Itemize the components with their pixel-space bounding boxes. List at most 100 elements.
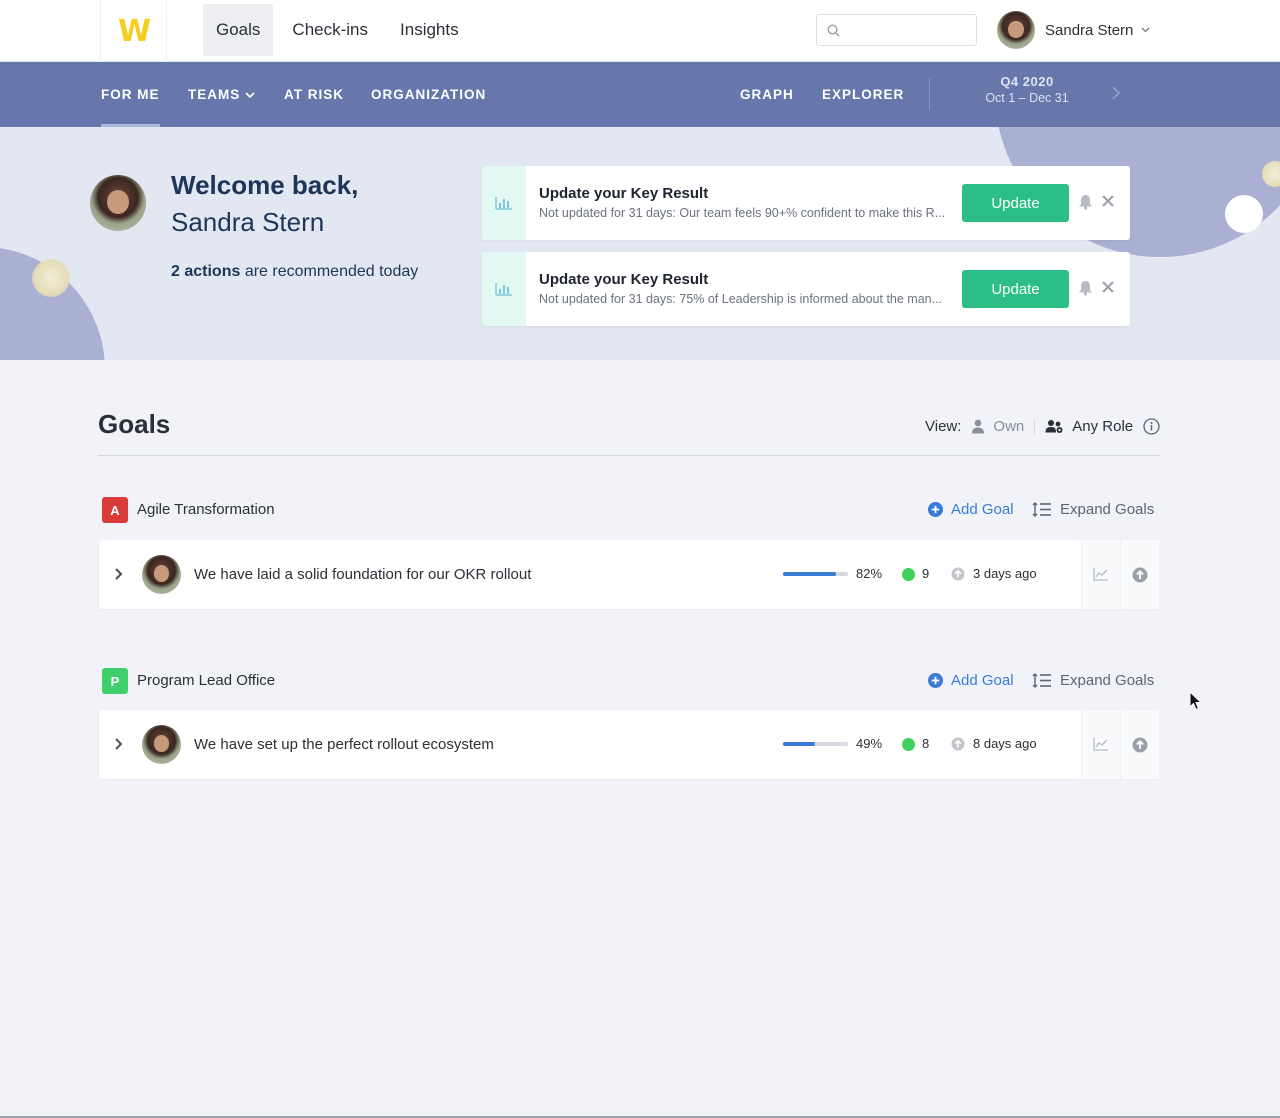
top-bar: W Goals Check-ins Insights Sandra Stern (0, 0, 1280, 62)
bell-icon[interactable] (1078, 280, 1093, 296)
chevron-down-icon (245, 91, 255, 98)
expand-list-icon (1032, 673, 1051, 688)
chevron-right-icon[interactable] (114, 567, 123, 581)
view-option-label: Any Role (1072, 418, 1134, 435)
update-button[interactable]: Update (962, 270, 1069, 308)
progress-fill (783, 742, 815, 746)
sub-nav: FOR ME TEAMS AT RISK ORGANIZATION GRAPH … (0, 62, 1280, 127)
view-own[interactable]: Own (971, 418, 1024, 435)
arrow-up-circle-icon (951, 567, 965, 581)
group-name[interactable]: Agile Transformation (137, 501, 275, 518)
close-icon[interactable] (1102, 195, 1114, 207)
decoration (32, 259, 70, 297)
tab-at-risk[interactable]: AT RISK (284, 62, 344, 127)
expand-goals-button[interactable]: Expand Goals (1032, 672, 1154, 689)
chevron-down-icon (1141, 27, 1150, 33)
progress-fill (783, 572, 837, 576)
welcome-text: Welcome back, Sandra Stern 2 actions are… (171, 170, 418, 281)
user-name: Sandra Stern (171, 207, 325, 237)
goal-title[interactable]: We have laid a solid foundation for our … (194, 566, 531, 583)
user-name: Sandra Stern (1045, 21, 1134, 39)
bell-icon[interactable] (1078, 194, 1093, 210)
tab-label: EXPLORER (822, 87, 905, 102)
recommended-actions: 2 actions are recommended today (171, 263, 418, 281)
add-goal-button[interactable]: Add Goal (928, 501, 1014, 518)
view-filter: View: Own Any Role (925, 418, 1160, 435)
view-label: View: (925, 418, 962, 435)
progress-percent: 49% (856, 736, 883, 751)
actions-count: 2 actions (171, 263, 241, 280)
trend-chart-icon (1093, 568, 1108, 581)
logo-mark: W (117, 13, 151, 49)
update-goal-button[interactable] (1120, 540, 1159, 609)
goal-row[interactable]: We have laid a solid foundation for our … (99, 540, 1159, 609)
view-option-label: Own (993, 418, 1025, 435)
group-badge: P (102, 668, 128, 694)
trend-chart-icon (1093, 738, 1108, 751)
status-dot (902, 568, 915, 581)
expand-goals-label: Expand Goals (1060, 672, 1155, 689)
quarter-selector[interactable]: Q4 2020 Oct 1 – Dec 31 (962, 74, 1092, 105)
expand-goals-button[interactable]: Expand Goals (1032, 501, 1154, 518)
search-input[interactable] (816, 14, 977, 46)
nav-insights[interactable]: Insights (387, 4, 472, 56)
tab-explorer[interactable]: EXPLORER (822, 62, 904, 127)
avatar (142, 555, 181, 594)
divider (98, 455, 1160, 456)
users-gear-icon (1045, 420, 1063, 433)
logo[interactable]: W (100, 0, 167, 62)
progress-percent: 82% (856, 566, 883, 581)
nav-goals[interactable]: Goals (203, 4, 274, 56)
expand-goals-label: Expand Goals (1060, 501, 1155, 518)
key-result-count: 8 (922, 736, 930, 751)
main-nav: Goals Check-ins Insights (203, 4, 478, 56)
group-name[interactable]: Program Lead Office (137, 672, 275, 689)
chevron-right-icon[interactable] (114, 737, 123, 751)
action-card: Update your Key Result Not updated for 3… (482, 252, 1130, 326)
avatar (997, 11, 1035, 49)
update-goal-button[interactable] (1120, 710, 1159, 779)
actions-text: are recommended today (244, 263, 419, 280)
tab-teams[interactable]: TEAMS (188, 62, 255, 127)
decoration (1225, 195, 1263, 233)
view-any-role[interactable]: Any Role (1045, 418, 1133, 435)
goal-title[interactable]: We have set up the perfect rollout ecosy… (194, 736, 494, 753)
goal-group-header: A Agile Transformation Add Goal Expand G… (102, 497, 1160, 523)
tab-label: TEAMS (188, 87, 241, 102)
tab-label: FOR ME (101, 87, 160, 102)
goal-group-header: P Program Lead Office Add Goal Expand Go… (102, 668, 1160, 694)
tab-organization[interactable]: ORGANIZATION (371, 62, 486, 127)
info-icon[interactable] (1143, 418, 1160, 435)
plus-circle-icon (928, 502, 943, 517)
expand-list-icon (1032, 502, 1051, 517)
goal-row[interactable]: We have set up the perfect rollout ecosy… (99, 710, 1159, 779)
action-card: Update your Key Result Not updated for 3… (482, 166, 1130, 240)
last-updated: 3 days ago (973, 566, 1037, 581)
page-title: Goals (98, 409, 171, 439)
user-menu[interactable]: Sandra Stern (997, 11, 1150, 49)
card-title: Update your Key Result (539, 271, 709, 288)
plus-circle-icon (928, 673, 943, 688)
tab-for-me[interactable]: FOR ME (101, 62, 160, 127)
nav-check-ins[interactable]: Check-ins (279, 4, 381, 56)
quarter-range: Oct 1 – Dec 31 (985, 91, 1069, 105)
progress-bar (783, 742, 848, 746)
tab-label: AT RISK (284, 87, 344, 102)
close-icon[interactable] (1102, 281, 1114, 293)
trend-chart-button[interactable] (1081, 540, 1120, 609)
chart-icon (482, 166, 526, 240)
mouse-cursor-icon (1189, 691, 1202, 711)
tab-label: GRAPH (740, 87, 794, 102)
trend-chart-button[interactable] (1081, 710, 1120, 779)
card-subtitle: Not updated for 31 days: 75% of Leadersh… (539, 292, 943, 306)
update-button[interactable]: Update (962, 184, 1069, 222)
add-goal-button[interactable]: Add Goal (928, 672, 1014, 689)
progress-bar (783, 572, 848, 576)
status-dot (902, 738, 915, 751)
person-icon (972, 419, 985, 434)
tab-graph[interactable]: GRAPH (740, 62, 794, 127)
divider (1034, 418, 1036, 435)
chevron-right-icon[interactable] (1112, 86, 1120, 100)
arrow-up-circle-icon (1132, 567, 1148, 582)
tab-label: ORGANIZATION (371, 87, 487, 102)
